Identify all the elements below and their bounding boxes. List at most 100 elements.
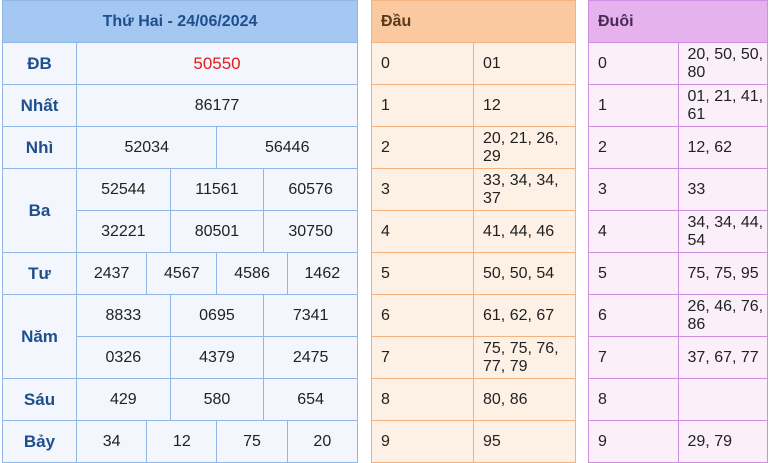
prize-row-nam: Năm 8833 0695 7341 — [2, 294, 358, 379]
prize-value: 60576 — [263, 168, 358, 211]
prize-value: 0326 — [76, 336, 171, 379]
prize-value: 429 — [76, 378, 171, 421]
duoi-key: 4 — [588, 210, 679, 253]
dau-values: 33, 34, 34, 37 — [473, 168, 576, 211]
prize-label-db: ĐB — [2, 42, 77, 85]
table-row: 7 37, 67, 77 — [588, 336, 768, 379]
prize-value: 580 — [169, 378, 265, 421]
table-row: 5 50, 50, 54 — [371, 252, 576, 295]
dau-values: 20, 21, 26, 29 — [473, 126, 576, 169]
results-table: Thứ Hai - 24/06/2024 ĐB 50550 Nhất 86177… — [2, 0, 359, 463]
dau-key: 9 — [371, 420, 474, 463]
table-row: 6 26, 46, 76, 86 — [588, 294, 768, 337]
prize-value: 654 — [263, 378, 358, 421]
duoi-key: 5 — [588, 252, 679, 295]
duoi-key: 7 — [588, 336, 679, 379]
duoi-key: 0 — [588, 42, 679, 85]
prize-label-nhat: Nhất — [2, 84, 77, 127]
dau-values: 75, 75, 76, 77, 79 — [473, 336, 576, 379]
prize-row-ba: Ba 52544 11561 60576 — [2, 168, 358, 253]
dau-values: 12 — [473, 84, 576, 127]
duoi-header: Đuôi — [588, 0, 768, 43]
dau-table: Đầu 0 01 1 12 2 20, 21, 26, 29 3 33, 34, 34,… — [371, 0, 576, 463]
duoi-values: 33 — [677, 168, 768, 211]
prize-value: 34 — [75, 420, 148, 463]
duoi-values: 29, 79 — [677, 420, 768, 463]
table-row: 3 33, 34, 34, 37 — [371, 168, 576, 211]
table-row: 1 01, 21, 41, 61 — [588, 84, 768, 127]
prize-value: 7341 — [263, 294, 358, 337]
table-row: 4 34, 34, 44, 54 — [588, 210, 768, 253]
draw-date-title: Thứ Hai - 24/06/2024 — [2, 0, 358, 43]
dau-key: 0 — [371, 42, 474, 85]
prize-label-ba: Ba — [2, 168, 77, 253]
prize-value: 4567 — [146, 252, 218, 295]
duoi-key: 9 — [588, 420, 679, 463]
prize-label-tu: Tư — [2, 252, 77, 295]
prize-value: 50550 — [76, 42, 358, 85]
prize-value: 30750 — [263, 210, 358, 253]
table-row: 4 41, 44, 46 — [371, 210, 576, 253]
table-row: 9 29, 79 — [588, 420, 768, 463]
prize-value: 12 — [146, 420, 218, 463]
prize-label-nam: Năm — [2, 294, 77, 379]
dau-values: 61, 62, 67 — [473, 294, 576, 337]
dau-key: 5 — [371, 252, 474, 295]
prize-row-nhat: Nhất 86177 — [2, 84, 358, 127]
table-row: 3 33 — [588, 168, 768, 211]
duoi-values: 26, 46, 76, 86 — [677, 294, 768, 337]
prize-value: 8833 — [76, 294, 171, 337]
dau-values: 95 — [473, 420, 576, 463]
prize-value: 52544 — [76, 168, 171, 211]
prize-label-sau: Sáu — [2, 378, 77, 421]
dau-values: 01 — [473, 42, 576, 85]
duoi-values: 12, 62 — [677, 126, 768, 169]
dau-header: Đầu — [371, 0, 576, 43]
table-row: 2 12, 62 — [588, 126, 768, 169]
prize-value: 32221 — [76, 210, 171, 253]
duoi-values: 20, 50, 50, 80 — [677, 42, 768, 85]
dau-key: 7 — [371, 336, 474, 379]
duoi-values: 34, 34, 44, 54 — [677, 210, 768, 253]
duoi-values: 01, 21, 41, 61 — [677, 84, 768, 127]
prize-value: 2437 — [75, 252, 148, 295]
table-row: 0 01 — [371, 42, 576, 85]
prize-value: 56446 — [216, 126, 358, 169]
dau-values: 50, 50, 54 — [473, 252, 576, 295]
table-row: 2 20, 21, 26, 29 — [371, 126, 576, 169]
prize-row-bay: Bảy 34 12 75 20 — [2, 420, 359, 463]
prize-row-sau: Sáu 429 580 654 — [2, 378, 358, 421]
duoi-values — [677, 378, 768, 421]
prize-value: 11561 — [169, 168, 265, 211]
prize-row-nhi: Nhì 52034 56446 — [2, 126, 358, 169]
prize-value: 80501 — [169, 210, 265, 253]
prize-value: 2475 — [263, 336, 358, 379]
table-row: 6 61, 62, 67 — [371, 294, 576, 337]
table-row: 5 75, 75, 95 — [588, 252, 768, 295]
duoi-values: 37, 67, 77 — [677, 336, 768, 379]
dau-key: 4 — [371, 210, 474, 253]
table-row: 1 12 — [371, 84, 576, 127]
prize-label-nhi: Nhì — [2, 126, 77, 169]
table-row: 9 95 — [371, 420, 576, 463]
prize-value: 0695 — [169, 294, 265, 337]
duoi-key: 3 — [588, 168, 679, 211]
duoi-key: 1 — [588, 84, 679, 127]
prize-value: 1462 — [286, 252, 359, 295]
prize-label-bay: Bảy — [2, 420, 77, 463]
duoi-table: Đuôi 0 20, 50, 50, 80 1 01, 21, 41, 61 2 12… — [588, 0, 768, 463]
duoi-values: 75, 75, 95 — [677, 252, 768, 295]
dau-key: 6 — [371, 294, 474, 337]
dau-key: 2 — [371, 126, 474, 169]
dau-key: 3 — [371, 168, 474, 211]
prize-value: 75 — [216, 420, 288, 463]
dau-values: 80, 86 — [473, 378, 576, 421]
dau-key: 1 — [371, 84, 474, 127]
duoi-key: 6 — [588, 294, 679, 337]
prize-value: 4586 — [216, 252, 288, 295]
prize-value: 86177 — [76, 84, 358, 127]
table-row: 8 — [588, 378, 768, 421]
table-row: 7 75, 75, 76, 77, 79 — [371, 336, 576, 379]
prize-value: 4379 — [169, 336, 265, 379]
duoi-key: 2 — [588, 126, 679, 169]
